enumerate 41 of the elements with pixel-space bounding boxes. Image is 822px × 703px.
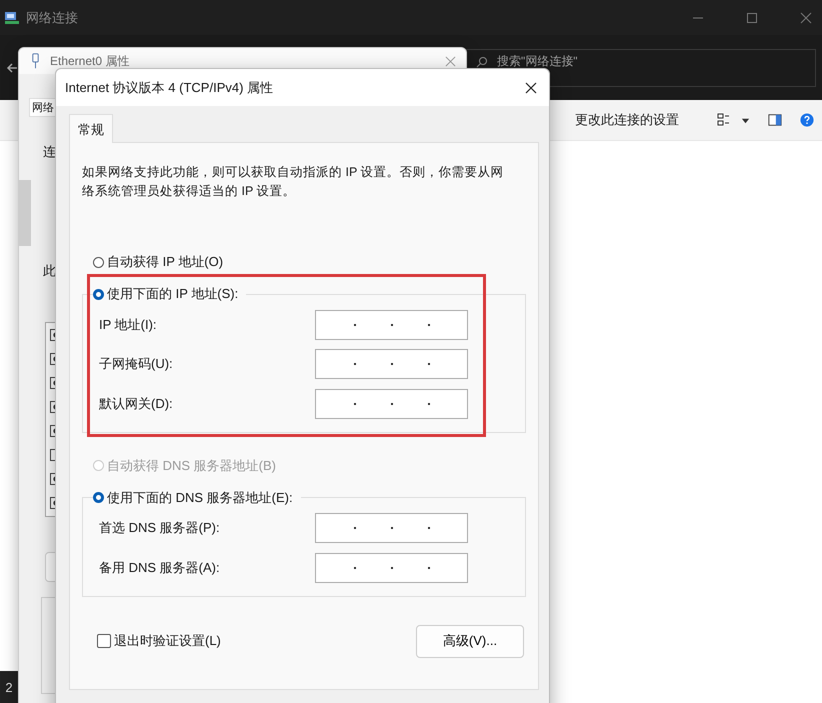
- field-label: 默认网关(D):: [99, 394, 174, 413]
- close-icon[interactable]: [525, 82, 537, 94]
- field-label: 子网掩码(U):: [99, 355, 174, 374]
- label: 此: [43, 262, 56, 280]
- toolbar-link[interactable]: 更改此连接的设置: [575, 111, 679, 129]
- ethernet-plug-icon: [31, 52, 40, 70]
- radio-label: 自动获得 DNS 服务器地址(B): [107, 456, 276, 474]
- window-title: 网络连接: [26, 8, 78, 26]
- ip-address-field[interactable]: [315, 388, 468, 419]
- checkbox[interactable]: [97, 634, 111, 648]
- advanced-button[interactable]: 高级(V)...: [416, 624, 524, 658]
- ip-address-field[interactable]: [315, 513, 468, 544]
- tab[interactable]: 常规: [69, 114, 113, 143]
- radio-label: 使用下面的 IP 地址(S):: [107, 285, 238, 303]
- description-text: 如果网络支持此功能，则可以获取自动指派的 IP 设置。否则，你需要从网络系统管理员处获得适当的 IP 设置。: [82, 164, 505, 200]
- field-label: 备用 DNS 服务器(A):: [99, 558, 221, 577]
- ip-address-field[interactable]: [315, 552, 468, 583]
- radio-label: 使用下面的 DNS 服务器地址(E):: [107, 488, 293, 506]
- dialog-title: Internet 协议版本 4 (TCP/IPv4) 属性: [65, 78, 274, 96]
- search-icon: [476, 56, 488, 68]
- caret-icon[interactable]: [741, 116, 750, 124]
- network-icon: [4, 10, 20, 26]
- ip-address-field[interactable]: [315, 310, 468, 340]
- radio-button[interactable]: [93, 256, 104, 268]
- radio-button[interactable]: [93, 288, 104, 300]
- view-options-icon[interactable]: [717, 113, 731, 127]
- radio-label: 自动获得 IP 地址(O): [107, 253, 224, 271]
- field-label: 首选 DNS 服务器(P):: [99, 519, 221, 538]
- status-text: 2: [5, 680, 13, 694]
- label: 连: [43, 143, 56, 161]
- checkbox-label: 退出时验证设置(L): [114, 632, 221, 650]
- ip-address-field[interactable]: [315, 349, 468, 380]
- field-label: IP 地址(I):: [99, 316, 158, 334]
- radio-button[interactable]: [93, 492, 104, 503]
- maximize-icon[interactable]: [746, 12, 758, 24]
- radio-option[interactable]: 自动获得 IP 地址(O): [93, 253, 526, 271]
- tab[interactable]: 网络: [29, 98, 57, 117]
- help-icon[interactable]: [800, 113, 814, 127]
- preview-pane-icon[interactable]: [768, 113, 782, 127]
- dialog-title: Ethernet0 属性: [50, 52, 130, 70]
- back-arrow-icon[interactable]: [6, 62, 18, 74]
